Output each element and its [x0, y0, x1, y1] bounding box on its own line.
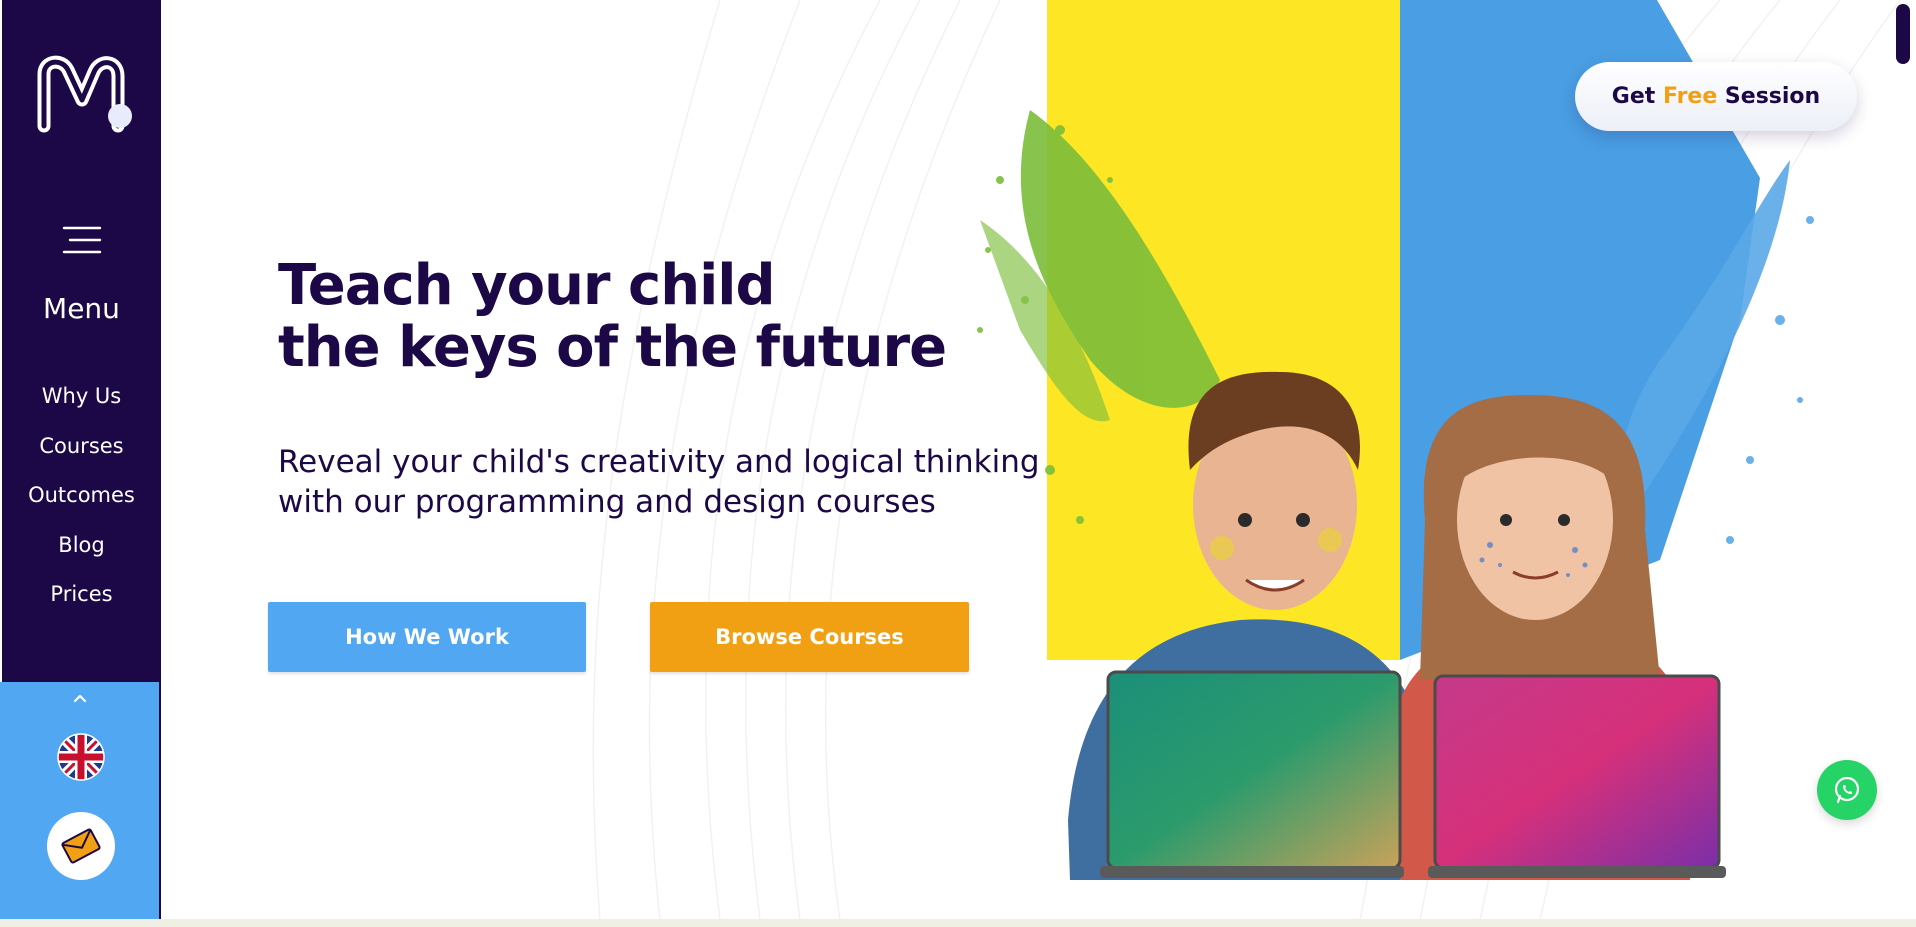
- nav-item-blog[interactable]: Blog: [2, 527, 161, 577]
- hero-title-line-2: the keys of the future: [278, 315, 947, 380]
- hero-illustration: [977, 0, 1814, 880]
- page-bottom-edge: [0, 919, 1916, 927]
- whatsapp-button[interactable]: [1817, 760, 1877, 820]
- menu-label[interactable]: Menu: [2, 292, 161, 325]
- page: Menu Why Us Courses Outcomes Blog Prices: [0, 0, 1916, 927]
- whatsapp-icon: [1834, 776, 1860, 804]
- nav-item-prices[interactable]: Prices: [2, 576, 161, 626]
- uk-flag-icon[interactable]: [57, 733, 105, 781]
- nav-item-why-us[interactable]: Why Us: [2, 378, 161, 428]
- hamburger-icon[interactable]: [62, 224, 102, 256]
- nav-item-courses[interactable]: Courses: [2, 428, 161, 478]
- sidebar-nav: Why Us Courses Outcomes Blog Prices: [2, 378, 161, 626]
- cta-accent: Free: [1662, 84, 1718, 109]
- hero-subtitle-line-2: with our programming and design courses: [278, 484, 936, 520]
- cta-suffix: Session: [1717, 84, 1821, 109]
- hero-title-line-1: Teach your child: [278, 253, 776, 318]
- how-we-work-button[interactable]: How We Work: [268, 602, 586, 672]
- free-session-button[interactable]: Get Free Session: [1575, 62, 1857, 131]
- envelope-icon: [61, 828, 101, 864]
- brand-logo[interactable]: [36, 50, 136, 140]
- hero-subtitle: Reveal your child's creativity and logic…: [278, 442, 1078, 522]
- hero-title: Teach your child the keys of the future: [278, 255, 1078, 379]
- scrollbar-thumb[interactable]: [1896, 4, 1910, 64]
- nav-item-outcomes[interactable]: Outcomes: [2, 477, 161, 527]
- chevron-up-icon[interactable]: [70, 691, 90, 705]
- cta-prefix: Get: [1611, 84, 1663, 109]
- sidebar-utility-panel: [0, 682, 159, 920]
- contact-button[interactable]: [47, 812, 115, 880]
- hero-subtitle-line-1: Reveal your child's creativity and logic…: [278, 444, 1040, 480]
- browse-courses-button[interactable]: Browse Courses: [650, 602, 969, 672]
